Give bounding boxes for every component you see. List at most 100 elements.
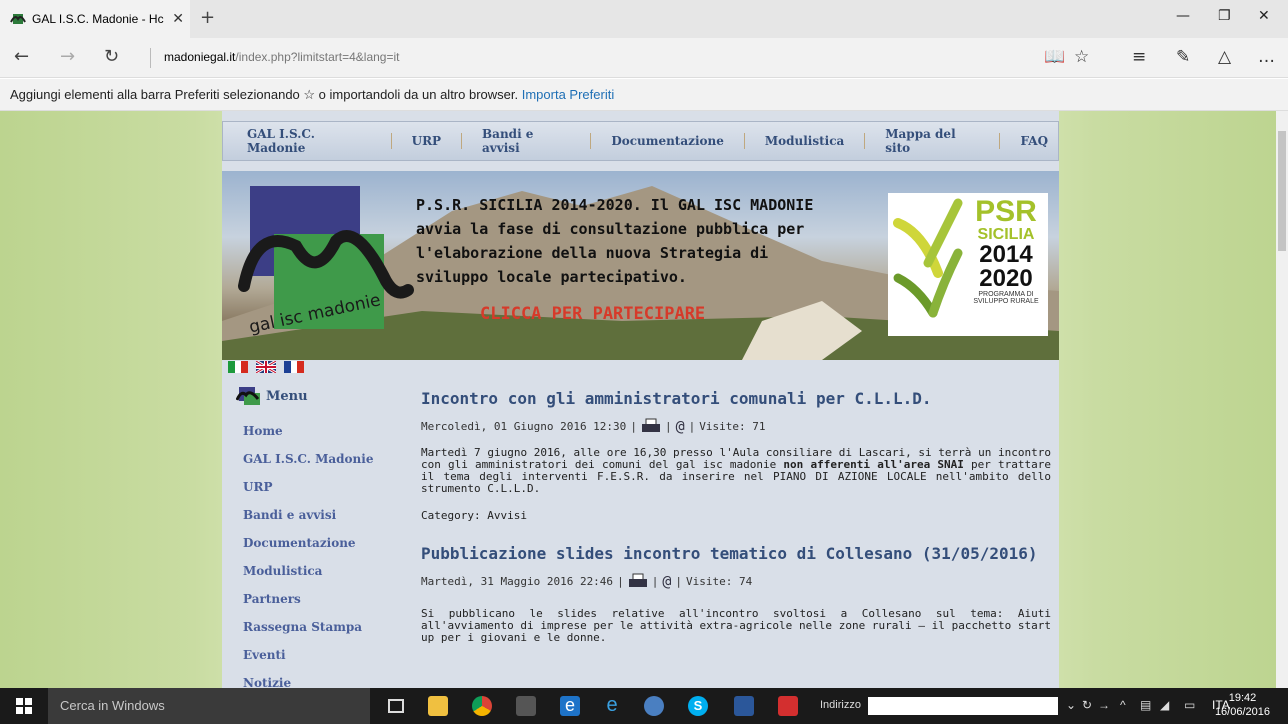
file-explorer-icon[interactable]	[428, 696, 448, 716]
address-go-icon[interactable]: →	[1098, 698, 1110, 712]
sidebar-item-gal[interactable]: GAL I.S.C. Madonie	[243, 452, 373, 466]
article-title[interactable]: Pubblicazione slides incontro tematico d…	[421, 544, 1051, 564]
nav-mappa[interactable]: Mappa del sito	[875, 127, 989, 155]
web-note-icon[interactable]: ✎	[1176, 47, 1190, 67]
clock-date: 16/06/2016	[1214, 706, 1270, 718]
word-icon[interactable]	[734, 696, 754, 716]
flag-english-icon[interactable]	[256, 361, 276, 373]
page-viewport: GAL I.S.C. Madonie URP Bandi e avvisi Do…	[0, 111, 1288, 688]
reading-view-icon[interactable]: 📖	[1044, 47, 1065, 67]
taskbar-clock[interactable]: 19:42 16/06/2016	[1215, 691, 1270, 719]
nav-divider	[590, 133, 592, 149]
tab-close-icon[interactable]: ✕	[172, 10, 184, 27]
vertical-scrollbar[interactable]	[1276, 111, 1288, 688]
sidebar-item-urp[interactable]: URP	[243, 480, 272, 494]
network-app-icon[interactable]	[644, 696, 664, 716]
sidebar-item-modulistica[interactable]: Modulistica	[243, 564, 322, 578]
sidebar-item-bandi[interactable]: Bandi e avvisi	[243, 508, 336, 522]
taskbar-search[interactable]: Cerca in Windows	[48, 688, 370, 724]
taskbar-address-input[interactable]	[868, 697, 1058, 715]
favorites-bar: Aggiungi elementi alla barra Preferiti s…	[0, 79, 1288, 111]
action-center-icon[interactable]: ▭	[1184, 698, 1195, 712]
meta-divider: |	[664, 419, 672, 433]
email-icon[interactable]: @	[676, 417, 685, 435]
hub-icon[interactable]: ≡	[1132, 47, 1146, 67]
headline-line: sviluppo locale partecipativo.	[416, 268, 687, 286]
logo-m-icon	[238, 230, 414, 299]
minimize-icon[interactable]: —	[1176, 8, 1190, 24]
email-icon[interactable]: @	[662, 572, 671, 590]
meta-divider: |	[688, 419, 696, 433]
header-banner[interactable]: gal isc madonie P.S.R. SICILIA 2014-2020…	[222, 171, 1059, 360]
flag-italian-icon[interactable]	[228, 361, 249, 373]
psr-logo: PSR SICILIA 2014 2020 PROGRAMMA DI SVILU…	[888, 193, 1048, 336]
article-title[interactable]: Incontro con gli amministratori comunali…	[421, 389, 1051, 409]
import-favorites-link[interactable]: Importa Preferiti	[522, 87, 614, 102]
close-window-icon[interactable]: ✕	[1258, 8, 1270, 24]
skype-icon[interactable]: S	[688, 696, 708, 716]
address-dropdown-icon[interactable]: ⌄	[1066, 698, 1076, 712]
participate-cta[interactable]: CLICCA PER PARTECIPARE	[480, 304, 705, 324]
print-icon[interactable]	[628, 573, 648, 589]
url-field[interactable]: madoniegal.it/index.php?limitstart=4&lan…	[164, 50, 400, 64]
flag-french-icon[interactable]	[284, 361, 305, 373]
scrollbar-thumb[interactable]	[1278, 131, 1286, 251]
network-icon[interactable]: ▤	[1140, 698, 1151, 712]
internet-explorer-icon[interactable]: e	[602, 695, 622, 716]
nav-documentazione[interactable]: Documentazione	[601, 134, 734, 148]
psr-subtitle: PROGRAMMA DI	[978, 291, 1034, 298]
new-tab-icon[interactable]: +	[200, 7, 215, 28]
sidebar-item-eventi[interactable]: Eventi	[243, 648, 286, 662]
clock-time: 19:42	[1228, 692, 1257, 704]
refresh-icon[interactable]: ↻	[104, 46, 119, 67]
browser-tab[interactable]: GAL I.S.C. Madonie - Hc ✕	[0, 0, 190, 38]
article-category[interactable]: Category: Avvisi	[421, 509, 1051, 522]
chrome-icon[interactable]	[472, 696, 492, 716]
psr-year-end: 2020	[979, 265, 1033, 292]
forward-icon[interactable]: →	[60, 46, 75, 67]
share-icon[interactable]: △	[1218, 47, 1231, 67]
acrobat-icon[interactable]	[778, 696, 798, 716]
sidebar-item-notizie[interactable]: Notizie	[243, 676, 291, 688]
print-icon[interactable]	[641, 418, 661, 434]
volume-icon[interactable]: ◢	[1160, 698, 1169, 712]
favorite-star-icon[interactable]: ☆	[1074, 47, 1089, 67]
nav-bandi[interactable]: Bandi e avvisi	[472, 127, 580, 155]
address-refresh-icon[interactable]: ↻	[1082, 698, 1092, 712]
windows-taskbar: Cerca in Windows e e S Indirizzo ⌄ ↻ → ^…	[0, 688, 1288, 724]
nav-urp[interactable]: URP	[402, 134, 451, 148]
nav-divider	[390, 133, 392, 149]
top-navigation: GAL I.S.C. Madonie URP Bandi e avvisi Do…	[222, 121, 1059, 161]
headline-line: avvia la fase di consultazione pubblica …	[416, 220, 805, 238]
windows-start-icon[interactable]	[16, 698, 32, 714]
nav-faq[interactable]: FAQ	[1010, 134, 1058, 148]
tray-expand-icon[interactable]: ^	[1120, 698, 1126, 712]
psr-title: PSR	[975, 195, 1037, 228]
sidebar-item-partners[interactable]: Partners	[243, 592, 301, 606]
headline-line: l'elaborazione della nuova Strategia di	[416, 244, 769, 262]
article-visits: Visite: 71	[699, 419, 766, 433]
back-icon[interactable]: ←	[14, 46, 29, 67]
article-meta: Martedì, 31 Maggio 2016 22:46 | | @ | Vis…	[421, 572, 1051, 590]
article-body: Martedì 7 giugno 2016, alle ore 16,30 pr…	[421, 447, 1051, 495]
article-date: Mercoledì, 01 Giugno 2016 12:30	[421, 419, 627, 433]
article: Incontro con gli amministratori comunali…	[421, 389, 1051, 522]
meta-divider: |	[675, 574, 682, 588]
edge-icon[interactable]: e	[560, 696, 580, 716]
sidebar-item-rassegna[interactable]: Rassegna Stampa	[243, 620, 362, 634]
nav-divider	[743, 133, 745, 149]
restore-icon[interactable]: ❐	[1218, 8, 1231, 24]
calculator-icon[interactable]	[516, 696, 536, 716]
article-date: Martedì, 31 Maggio 2016 22:46	[421, 574, 614, 588]
nav-modulistica[interactable]: Modulistica	[755, 134, 854, 148]
gal-logo: gal isc madonie	[236, 186, 416, 346]
more-icon[interactable]: …	[1258, 47, 1275, 67]
task-view-icon[interactable]	[388, 699, 404, 713]
sidebar-item-documentazione[interactable]: Documentazione	[243, 536, 356, 550]
nav-gal[interactable]: GAL I.S.C. Madonie	[237, 127, 381, 155]
menu-title: Menu	[266, 388, 308, 404]
nav-divider	[864, 133, 866, 149]
article-text: Si pubblicano le slides relative all'inc…	[421, 607, 1051, 644]
sidebar-item-home[interactable]: Home	[243, 424, 283, 438]
url-path: /index.php?limitstart=4&lang=it	[235, 50, 400, 64]
